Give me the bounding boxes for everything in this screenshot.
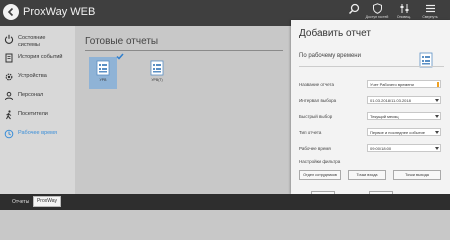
report-document-icon (150, 60, 164, 76)
sliders-icon (400, 4, 408, 13)
sidebar-item-event-history[interactable]: История событий (0, 49, 75, 68)
sidebar-item-label: Состояние системы (18, 35, 46, 48)
app-title: ProxWay WEB (23, 6, 96, 18)
bottom-bar: Отчеты ProxWay (0, 194, 450, 210)
user-icon (5, 91, 13, 101)
power-icon (4, 34, 14, 44)
panel-subtitle: По рабочему времени (299, 53, 361, 59)
report-tile-urv-t[interactable]: УРВ(Т) (143, 57, 171, 89)
shield-icon (372, 3, 382, 14)
page-title: Готовые отчеты (85, 36, 159, 47)
work-time-label: Рабочее время (299, 146, 331, 151)
report-type-value: Первое и последнее событие (370, 130, 426, 135)
chevron-down-icon (435, 147, 439, 150)
chevron-down-icon (435, 131, 439, 134)
interval-label: Интервал выбора (299, 98, 337, 103)
sidebar-item-label: Устройства (18, 73, 47, 79)
sidebar-item-label: Рабочее время (18, 130, 57, 136)
filter-department-button[interactable]: Отдел сотрудников (299, 170, 341, 180)
collapse-label: Свернуть (422, 15, 438, 19)
filter-settings-label: Настройки фильтра (299, 159, 341, 164)
quick-select-label: Быстрый выбор (299, 114, 333, 119)
sidebar-item-system-status[interactable]: Состояние системы (0, 30, 75, 49)
sidebar-item-label: История событий (18, 54, 63, 60)
report-document-icon (96, 60, 110, 76)
gear-icon (5, 73, 13, 81)
walking-person-icon (6, 110, 12, 120)
sidebar-item-visitors[interactable]: Посетители (0, 106, 75, 125)
text-cursor (437, 82, 439, 87)
search-icon (348, 3, 360, 15)
sidebar-item-label: Персонал (18, 92, 44, 98)
chevron-down-icon (435, 115, 439, 118)
sidebar-item-work-time[interactable]: Рабочее время (0, 125, 75, 144)
checkmark-icon (116, 53, 124, 60)
quick-select[interactable]: Текущий месяц (367, 112, 441, 120)
report-name-value: Учет Рабочего времени (370, 82, 414, 87)
work-time-value: 09:00/18:00 (370, 146, 392, 151)
report-tile-label: УРВ (99, 78, 107, 82)
quick-select-value: Текущий месяц (370, 114, 399, 119)
panel-title: Добавить отчет (299, 28, 371, 39)
add-report-panel: Добавить отчет По рабочему времени Назва… (291, 20, 450, 201)
report-tile-urv[interactable]: УРВ (89, 57, 117, 89)
back-arrow-icon (7, 7, 14, 17)
clock-icon (4, 129, 14, 139)
filter-exit-points-button[interactable]: Точки выхода (393, 170, 441, 180)
work-time-select[interactable]: 09:00/18:00 (367, 144, 441, 152)
sidebar-item-label: Посетители (18, 111, 48, 117)
report-tile-label: УРВ(Т) (151, 78, 163, 82)
guest-access-label: Доступ гостей (365, 15, 389, 19)
interval-value: 01.03.2018/11.03.2018 (370, 98, 411, 103)
interval-select[interactable]: 01.03.2018/11.03.2018 (367, 96, 441, 104)
menu-icon (425, 4, 435, 13)
report-name-label: Название отчета (299, 82, 335, 87)
filter-entry-points-button[interactable]: Точки входа (348, 170, 386, 180)
sidebar-item-devices[interactable]: Устройства (0, 68, 75, 87)
reports-link[interactable]: Отчеты (12, 199, 29, 205)
main-content: Готовые отчеты УРВ УРВ(Т) (75, 26, 290, 194)
notifications-label: Оповещ. (396, 15, 412, 19)
title-divider (85, 50, 283, 51)
report-name-input[interactable]: Учет Рабочего времени (367, 80, 441, 88)
chevron-down-icon (435, 99, 439, 102)
back-button[interactable] (3, 4, 19, 20)
document-icon (5, 53, 13, 63)
panel-divider (299, 66, 444, 67)
report-type-select[interactable]: Первое и последнее событие (367, 128, 441, 136)
proxway-button[interactable]: ProxWay (33, 196, 61, 207)
sidebar: Состояние системы История событий Устрой… (0, 26, 75, 194)
report-type-label: Тип отчета (299, 130, 322, 135)
sidebar-item-personnel[interactable]: Персонал (0, 87, 75, 106)
